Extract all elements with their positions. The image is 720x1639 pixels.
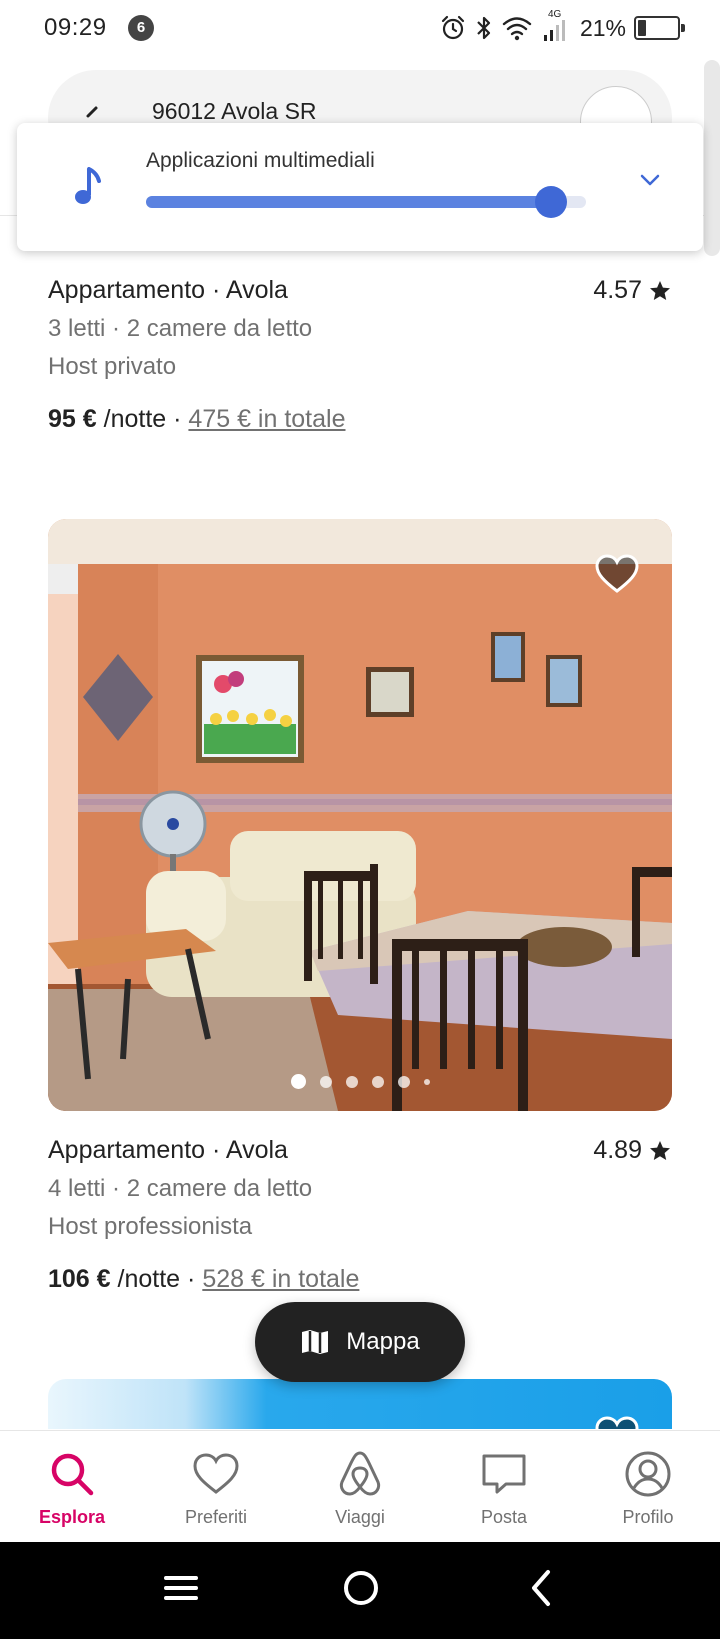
alarm-icon [441, 15, 465, 40]
airbnb-logo-icon [339, 1451, 381, 1496]
scrollbar[interactable] [704, 60, 720, 256]
price-total-link[interactable]: 528 € in totale [202, 1265, 359, 1293]
listing-title: Appartamento · Avola [48, 276, 288, 304]
listing-details: 4 letti · 2 camere da letto [48, 1175, 313, 1202]
nav-item-profile[interactable]: Profilo [576, 1431, 720, 1542]
listing-rating: 4.57 [593, 276, 672, 305]
profile-icon [625, 1451, 671, 1497]
carousel-dot [371, 1075, 384, 1088]
rating-value: 4.89 [593, 1136, 642, 1164]
system-nav-bar [0, 1542, 720, 1639]
photo-carousel-dots [48, 1074, 672, 1089]
back-icon[interactable] [528, 1568, 554, 1608]
rating-value: 4.57 [593, 276, 642, 304]
nav-label: Posta [480, 1507, 528, 1527]
search-location[interactable]: 96012 Avola SR [152, 98, 317, 125]
price-per-night: 106 € [48, 1265, 111, 1293]
listing-details: 3 letti · 2 camere da letto [48, 315, 313, 342]
price-separator: · [187, 1265, 196, 1293]
map-icon [302, 1330, 329, 1354]
bluetooth-icon [477, 16, 491, 40]
nav-label: Viaggi [335, 1507, 385, 1527]
listing-photo-next[interactable] [48, 1379, 672, 1429]
star-icon [650, 280, 670, 300]
per-night-label: /notte [117, 1265, 181, 1293]
volume-label: Applicazioni multimediali [146, 149, 375, 172]
nav-item-inbox[interactable]: Posta [432, 1431, 576, 1542]
volume-panel: Applicazioni multimediali [17, 123, 703, 251]
listing-host: Host privato [48, 353, 177, 380]
network-label: 4G [547, 9, 562, 20]
nav-item-explore[interactable]: Esplora [0, 1431, 144, 1542]
volume-slider[interactable] [146, 186, 586, 218]
listing-title: Appartamento · Avola [48, 1136, 288, 1164]
wifi-icon [502, 17, 532, 41]
price-total-link[interactable]: 475 € in totale [188, 405, 345, 433]
nav-label: Preferiti [184, 1507, 247, 1527]
message-icon [482, 1454, 526, 1494]
star-icon [650, 1140, 670, 1160]
listing-info[interactable]: Appartamento · Avola 4.57 3 letti · 2 ca… [48, 276, 672, 434]
search-icon [51, 1453, 94, 1496]
menu-icon[interactable] [164, 1568, 198, 1608]
nav-label: Profilo [622, 1507, 674, 1527]
notification-badge: 6 [128, 15, 154, 41]
per-night-label: /notte [103, 405, 167, 433]
cellular-signal: 4G [540, 9, 570, 43]
heart-icon [193, 1453, 239, 1494]
home-icon[interactable] [341, 1568, 381, 1608]
listing-price: 106 € /notte · 528 € in totale [48, 1265, 672, 1294]
carousel-dot [345, 1075, 358, 1088]
chevron-down-icon[interactable] [639, 173, 661, 187]
battery-percent: 21% [579, 14, 626, 41]
music-note-icon [75, 167, 101, 204]
volume-thumb[interactable] [534, 186, 567, 218]
nav-item-trips[interactable]: Viaggi [288, 1431, 432, 1542]
status-time: 09:29 [44, 14, 107, 41]
battery-icon [634, 16, 685, 40]
price-per-night: 95 € [48, 405, 97, 433]
heart-icon[interactable] [594, 553, 640, 595]
carousel-dot [397, 1075, 410, 1088]
nav-item-favorites[interactable]: Preferiti [144, 1431, 288, 1542]
listing-photo[interactable] [48, 519, 672, 1111]
listing-info[interactable]: Appartamento · Avola 4.89 4 letti · 2 ca… [48, 1136, 672, 1294]
price-separator: · [173, 405, 182, 433]
bottom-nav: Esplora Preferiti Viaggi Posta Profilo [0, 1430, 720, 1542]
living-room-photo [48, 519, 672, 1111]
carousel-dot [423, 1078, 430, 1085]
carousel-dot [319, 1075, 332, 1088]
volume-fill [146, 196, 551, 208]
nav-label: Esplora [38, 1507, 106, 1527]
listing-price: 95 € /notte · 475 € in totale [48, 405, 672, 434]
listing-rating: 4.89 [593, 1136, 672, 1165]
status-bar: 09:29 6 4G 21% [0, 0, 720, 56]
carousel-dot [290, 1074, 306, 1089]
listing-host: Host professionista [48, 1213, 253, 1240]
heart-icon[interactable] [594, 1415, 640, 1429]
map-button-label: Mappa [346, 1328, 420, 1355]
map-button[interactable]: Mappa [255, 1302, 465, 1382]
status-icons: 4G 21% [440, 9, 685, 44]
